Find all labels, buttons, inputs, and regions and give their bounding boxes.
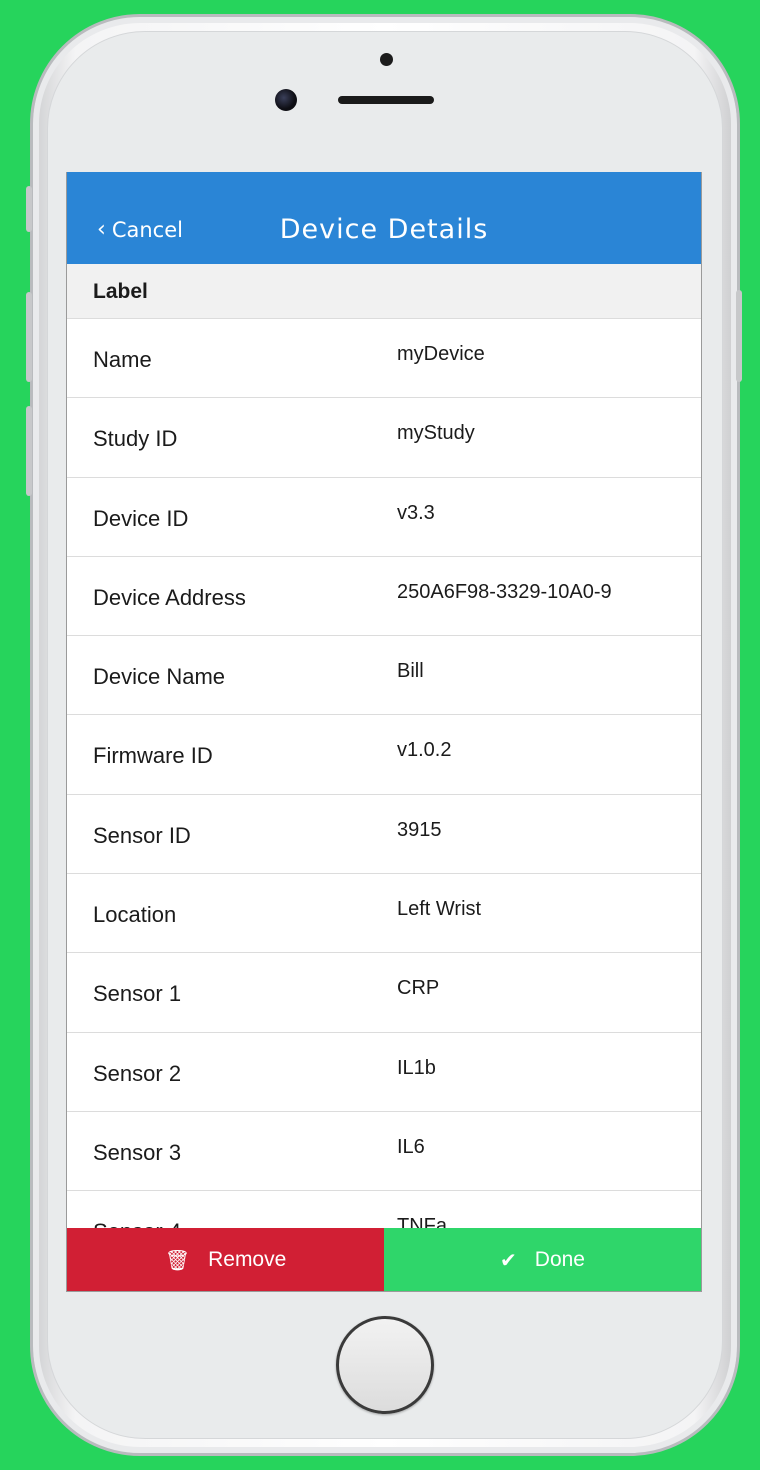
detail-row-label: Sensor ID xyxy=(93,822,191,848)
detail-row-value: 250A6F98-3329-10A0-9 xyxy=(397,580,612,603)
detail-row-label: Device Address xyxy=(93,584,246,610)
volume-down-button xyxy=(26,406,32,496)
detail-row-value: 3915 xyxy=(397,818,442,841)
done-button[interactable]: ✔ Done xyxy=(384,1228,701,1291)
earpiece-speaker xyxy=(338,96,434,104)
app-screen: ‹ Cancel Device Details Label Name myDevi… xyxy=(66,172,702,1292)
detail-row-value: IL6 xyxy=(397,1135,425,1158)
detail-row-label: Study ID xyxy=(93,426,178,452)
detail-row-value: Left Wrist xyxy=(397,898,482,921)
detail-row-label: Sensor 1 xyxy=(93,981,182,1007)
detail-row-value: v3.3 xyxy=(397,501,435,524)
detail-row[interactable]: Name myDevice xyxy=(67,319,701,399)
power-button xyxy=(736,290,742,382)
details-list: Name myDevice Study ID myStudy Device ID v3.3… xyxy=(67,319,701,1271)
detail-row[interactable]: Sensor ID 3915 xyxy=(67,794,701,875)
trash-icon: 🗑 xyxy=(164,1249,191,1272)
detail-row[interactable]: Sensor 1 CRP xyxy=(67,953,701,1033)
detail-row[interactable]: Sensor 3 IL6 xyxy=(67,1111,701,1192)
detail-row-value: myStudy xyxy=(397,422,475,445)
detail-row-label: Sensor 3 xyxy=(93,1139,182,1165)
mute-switch xyxy=(26,186,32,232)
detail-row-label: Device Name xyxy=(93,664,226,690)
detail-row[interactable]: Sensor 2 IL1b xyxy=(67,1032,701,1112)
checkmark-icon: ✔ xyxy=(500,1249,517,1272)
detail-row-label: Location xyxy=(93,902,177,928)
detail-row-label: Name xyxy=(93,347,152,372)
navigation-bar: ‹ Cancel Device Details xyxy=(67,172,701,264)
action-bar: 🗑 Remove ✔ Done xyxy=(67,1228,701,1291)
detail-row-label: Firmware ID xyxy=(93,743,213,769)
home-button[interactable] xyxy=(336,1316,434,1414)
detail-row-value: v1.0.2 xyxy=(397,739,452,762)
done-label: Done xyxy=(534,1248,585,1271)
detail-row-label: Sensor 2 xyxy=(93,1060,182,1086)
section-header: Label xyxy=(67,264,701,319)
detail-row[interactable]: Location Left Wrist xyxy=(67,874,701,954)
detail-row[interactable]: Device Address 250A6F98-3329-10A0-9 xyxy=(67,556,701,637)
detail-row[interactable]: Device Name Bill xyxy=(67,636,701,716)
section-label: Label xyxy=(93,280,148,303)
detail-row[interactable]: Device ID v3.3 xyxy=(67,477,701,557)
detail-row[interactable]: Firmware ID v1.0.2 xyxy=(67,715,701,795)
remove-label: Remove xyxy=(208,1248,287,1271)
front-camera xyxy=(275,89,297,111)
proximity-sensor xyxy=(380,53,393,66)
detail-row-value: IL1b xyxy=(397,1056,436,1079)
page-title: Device Details xyxy=(279,214,489,245)
detail-row-label: Device ID xyxy=(93,505,189,531)
detail-row-value: CRP xyxy=(397,977,440,1000)
detail-row-value: Bill xyxy=(397,660,424,683)
detail-row-value: myDevice xyxy=(397,343,485,365)
detail-row[interactable]: Study ID myStudy xyxy=(67,398,701,478)
volume-up-button xyxy=(26,292,32,382)
remove-button[interactable]: 🗑 Remove xyxy=(67,1228,384,1291)
